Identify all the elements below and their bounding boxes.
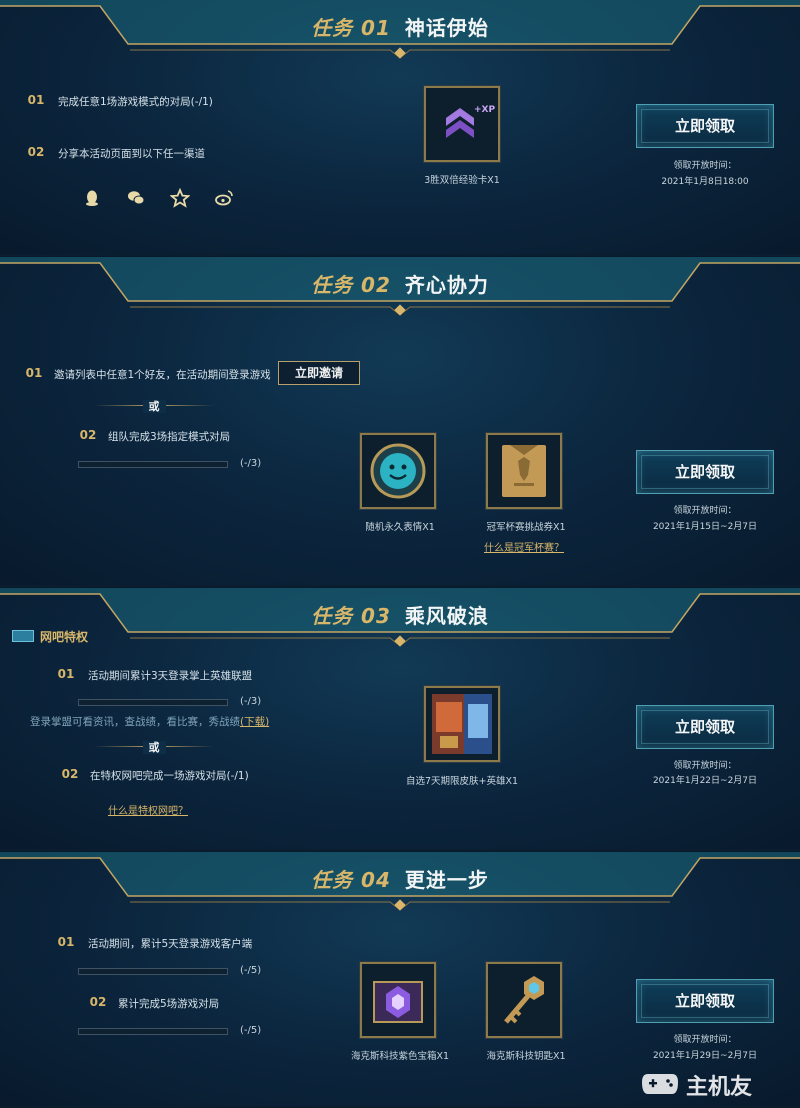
step-badge: 01 <box>56 664 76 684</box>
watermark: 主机友 <box>640 1063 792 1103</box>
download-link[interactable]: (下载) <box>240 716 269 728</box>
step-text: 分享本活动页面到以下任一渠道 <box>58 148 205 160</box>
progress-bar <box>78 1028 228 1035</box>
task-banner: 任务 04 更进一步 <box>0 852 800 912</box>
reward-item <box>424 686 500 762</box>
reward-label: 海克斯科技钥匙X1 <box>486 1051 566 1062</box>
netbar-privilege-logo: 网吧特权 <box>12 626 102 646</box>
step-text: 活动期间，累计5天登录游戏客户端 <box>88 938 253 950</box>
reward-label: 冠军杯赛挑战券X1 <box>486 522 566 533</box>
task-number: 任务 02 <box>311 273 391 297</box>
progress-count: (-/5) <box>240 1025 262 1036</box>
step-badge: 01 <box>26 90 46 110</box>
progress-bar <box>78 699 228 706</box>
step-text: 邀请列表中任意1个好友，在活动期间登录游戏 <box>54 369 271 381</box>
hextech-purple-chest-icon <box>362 964 434 1036</box>
reward-item: +XP <box>424 86 500 162</box>
step-text: 累计完成5场游戏对局 <box>118 998 220 1010</box>
task-title: 任务 03 乘风破浪 <box>0 600 800 629</box>
help-link[interactable]: 什么是特权网吧？ <box>108 802 188 817</box>
progress-bar <box>78 968 228 975</box>
task-banner: 任务 02 齐心协力 <box>0 257 800 317</box>
step-badge: 02 <box>26 142 46 162</box>
task-title: 任务 01 神话伊始 <box>0 12 800 41</box>
step-badge: 02 <box>88 992 108 1012</box>
claim-time-value: 2021年1月8日18:00 <box>661 177 749 187</box>
progress-count: (-/3) <box>240 458 262 469</box>
or-divider: 或 <box>94 398 214 413</box>
step-badge: 01 <box>24 363 44 383</box>
claim-time-value: 2021年1月15日~2月7日 <box>652 522 758 532</box>
task-name: 神话伊始 <box>404 16 489 40</box>
claim-time-value: 2021年1月29日~2月7日 <box>652 1051 758 1061</box>
reward-label: 海克斯科技紫色宝箱X1 <box>350 1051 450 1062</box>
app-note: 登录掌盟可看资讯，查战绩，看比赛，秀战绩(下载) <box>30 716 270 728</box>
claim-time-label: 领取开放时间： <box>673 506 737 516</box>
claim-button[interactable]: 立即领取 <box>636 450 774 494</box>
smiley-emote-icon <box>362 435 434 507</box>
task-name: 乘风破浪 <box>404 604 489 628</box>
reward-label: 自选7天期限皮肤+英雄X1 <box>405 776 519 787</box>
task-title: 任务 02 齐心协力 <box>0 269 800 298</box>
claim-time-label: 领取开放时间： <box>673 161 737 171</box>
claim-time-label: 领取开放时间： <box>673 1035 737 1045</box>
task-banner: 任务 03 乘风破浪 <box>0 588 800 648</box>
hextech-key-icon <box>488 964 560 1036</box>
reward-item <box>486 962 562 1038</box>
weibo-icon[interactable] <box>214 188 234 208</box>
reward-item <box>360 433 436 509</box>
task-number: 任务 01 <box>311 16 391 40</box>
task-name: 更进一步 <box>404 868 489 892</box>
claim-time-label: 领取开放时间： <box>673 761 737 771</box>
step-badge: 02 <box>60 764 80 784</box>
step-text: 活动期间累计3天登录掌上英雄联盟 <box>88 670 253 682</box>
xp-rank-card-icon: +XP <box>426 88 498 160</box>
reward-label: 3胜双倍经验卡X1 <box>424 175 500 186</box>
svg-text:+XP: +XP <box>474 105 495 115</box>
task-number: 任务 03 <box>311 604 391 628</box>
claim-time-value: 2021年1月22日~2月7日 <box>652 776 758 786</box>
claim-button[interactable]: 立即领取 <box>636 979 774 1023</box>
invite-button[interactable]: 立即邀请 <box>278 361 360 385</box>
star-icon[interactable] <box>170 188 190 208</box>
step-badge: 02 <box>78 425 98 445</box>
gamepad-icon <box>642 1074 678 1094</box>
or-divider: 或 <box>94 739 214 754</box>
qq-icon[interactable] <box>82 188 102 208</box>
wechat-icon[interactable] <box>126 188 146 208</box>
reward-item <box>486 433 562 509</box>
task-title: 任务 04 更进一步 <box>0 864 800 893</box>
step-badge: 01 <box>56 932 76 952</box>
skin-hero-card-icon <box>426 688 498 760</box>
step-text: 完成任意1场游戏模式的对局(-/1) <box>58 96 213 108</box>
task-banner: 任务 01 神话伊始 <box>0 0 800 60</box>
step-text: 在特权网吧完成一场游戏对局(-/1) <box>90 770 249 782</box>
task-number: 任务 04 <box>311 868 391 892</box>
task-01-panel: 任务 01 神话伊始 01 完成任意1场游戏模式的对局(-/1) 02 分享本活动… <box>0 0 800 256</box>
champion-cup-ticket-icon <box>488 435 560 507</box>
claim-button[interactable]: 立即领取 <box>636 705 774 749</box>
task-name: 齐心协力 <box>404 273 489 297</box>
progress-bar <box>78 461 228 468</box>
progress-count: (-/3) <box>240 696 262 707</box>
help-link[interactable]: 什么是冠军杯赛？ <box>484 539 564 554</box>
step-text: 组队完成3场指定模式对局 <box>108 431 231 443</box>
task-03-panel: 任务 03 乘风破浪 网吧特权 01 活动期间累计3天登录掌上英雄联盟 (-/3)… <box>0 588 800 851</box>
reward-item <box>360 962 436 1038</box>
reward-label: 随机永久表情X1 <box>365 522 435 533</box>
claim-button[interactable]: 立即领取 <box>636 104 774 148</box>
task-02-panel: 任务 02 齐心协力 01 邀请列表中任意1个好友，在活动期间登录游戏 立即邀请 … <box>0 257 800 587</box>
progress-count: (-/5) <box>240 965 262 976</box>
